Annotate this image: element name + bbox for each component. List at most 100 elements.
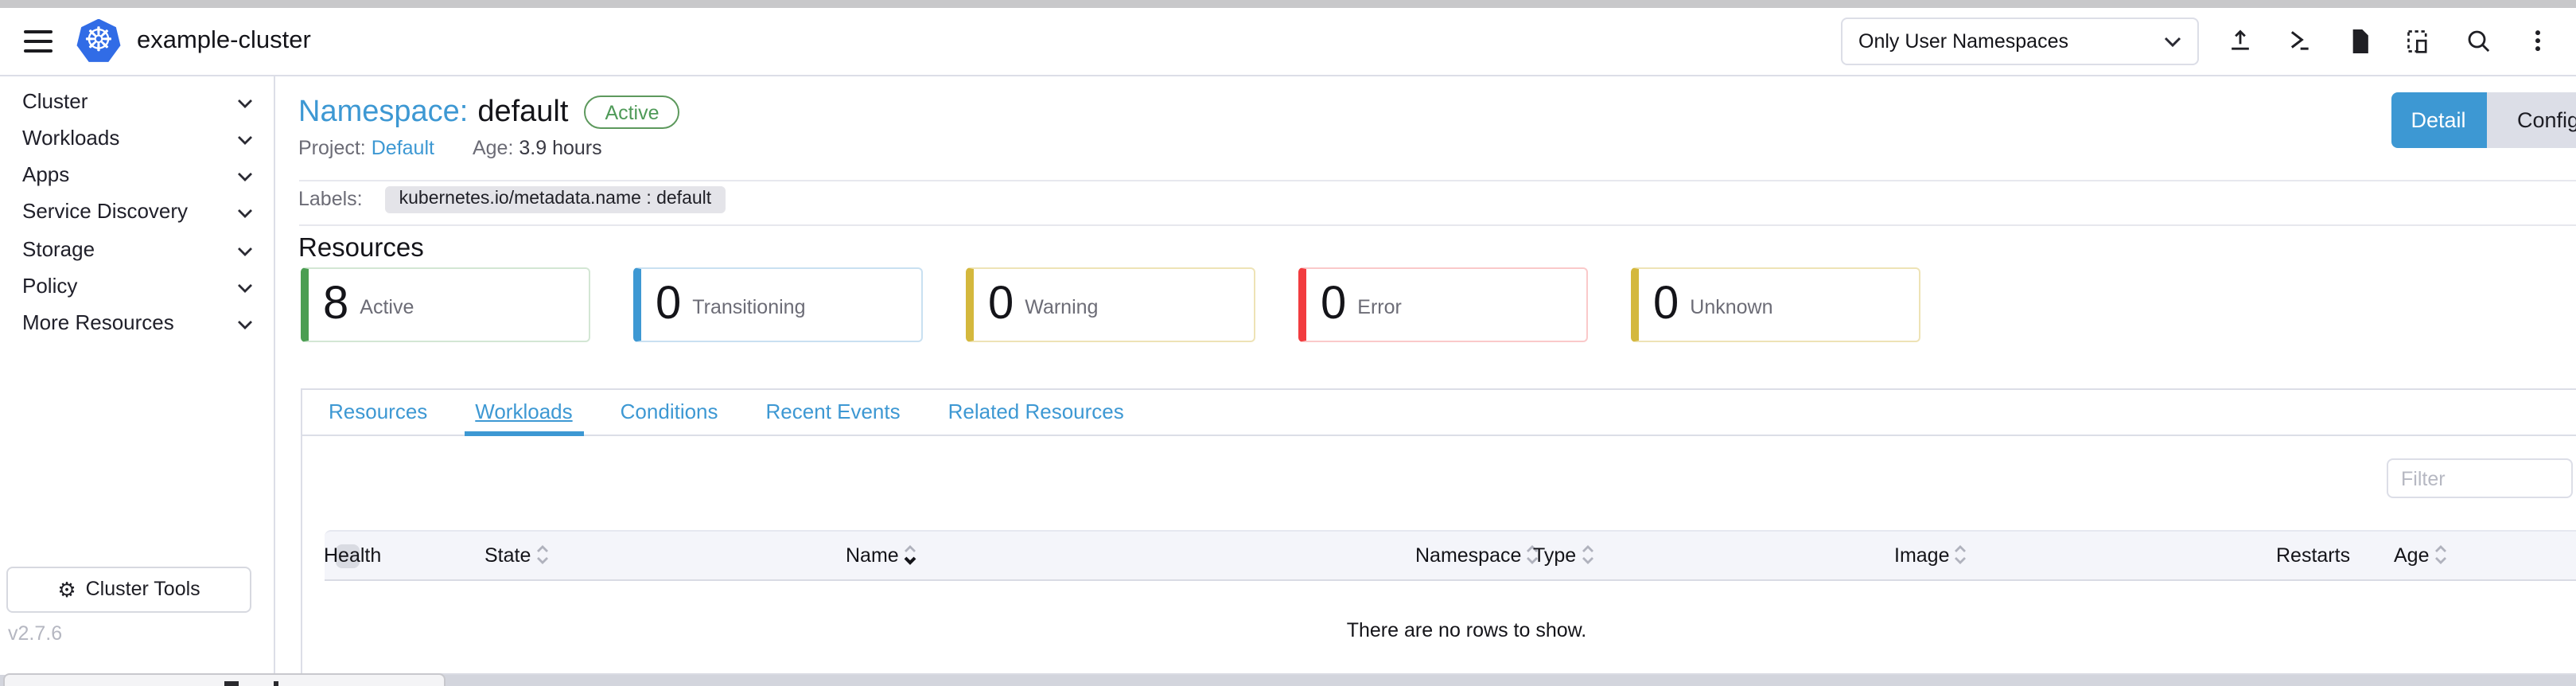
- chevron-down-icon: [236, 310, 252, 334]
- sort-arrows-icon: [1955, 544, 1967, 565]
- cluster-tools-button[interactable]: ⚙ Cluster Tools: [6, 567, 251, 612]
- age-value: 3.9 hours: [519, 137, 601, 159]
- divider: [298, 179, 2576, 181]
- sort-arrows-icon: [904, 544, 916, 565]
- empty-state: There are no rows to show.: [324, 615, 2576, 644]
- sidebar-nav-item[interactable]: Storage: [0, 230, 273, 267]
- download-yaml-icon[interactable]: [2340, 22, 2378, 60]
- table-column-header[interactable]: Health: [324, 531, 381, 579]
- column-label: Age: [2394, 544, 2430, 566]
- resource-count-cards: 8 Active 0 Transitioning 0 Warning: [301, 267, 1920, 342]
- sidebar-nav-item[interactable]: Apps: [0, 156, 273, 193]
- column-label: Namespace: [1415, 544, 1521, 566]
- top-bar: ☸ example-cluster Only User Namespaces: [0, 8, 2576, 76]
- card-count: 0: [1321, 282, 1346, 328]
- cluster-name: example-cluster: [137, 27, 311, 56]
- sidebar-item-label: Apps: [22, 162, 69, 186]
- chevron-down-icon: [236, 88, 252, 112]
- table-column-header[interactable]: Type: [1533, 531, 1593, 579]
- sidebar-item-label: More Resources: [22, 310, 174, 334]
- tab[interactable]: Conditions: [609, 389, 730, 434]
- resource-count-card: 0 Transitioning: [633, 267, 923, 342]
- sort-arrows-icon: [535, 544, 548, 565]
- tab[interactable]: Related Resources: [937, 389, 1135, 434]
- resource-type-link[interactable]: Namespace:: [298, 95, 468, 130]
- sort-arrows-icon: [2434, 544, 2447, 565]
- cluster-tools-label: Cluster Tools: [86, 579, 200, 601]
- project-link[interactable]: Default: [372, 137, 434, 159]
- labels-label: Labels:: [298, 188, 363, 210]
- kubernetes-logo[interactable]: ☸: [76, 19, 121, 64]
- kebab-menu-icon[interactable]: [2519, 22, 2557, 60]
- column-label: Type: [1533, 544, 1576, 566]
- label-badge: kubernetes.io/metadata.name : default: [385, 185, 726, 212]
- import-yaml-icon[interactable]: [2220, 22, 2259, 60]
- rancher-cluster-dashboard: ☸ example-cluster Only User Namespaces: [0, 0, 2576, 686]
- sidebar-nav-item[interactable]: Cluster: [0, 82, 273, 119]
- sidebar-nav-item[interactable]: More Resources: [0, 304, 273, 341]
- window-top-edge: [0, 0, 2576, 8]
- chevron-down-icon: [236, 126, 252, 150]
- table-column-header[interactable]: Name: [846, 531, 916, 579]
- hamburger-menu-icon[interactable]: [24, 30, 53, 53]
- filter-input[interactable]: [2387, 458, 2573, 498]
- table-bottom-border: [324, 672, 2576, 674]
- tab[interactable]: Recent Events: [755, 389, 912, 434]
- sidebar: Cluster Workloads Apps: [0, 76, 274, 675]
- horizontal-scrollbar-thumb[interactable]: [3, 672, 446, 686]
- resources-section-title: Resources: [298, 233, 424, 263]
- tab-label: Conditions: [621, 400, 718, 423]
- divider: [298, 224, 2576, 226]
- copy-kubeconfig-icon[interactable]: [2399, 22, 2438, 60]
- detail-config-toggle: Detail Config: [2391, 92, 2576, 147]
- clipped-ui-fragment: [274, 680, 278, 686]
- resource-count-card: 0 Warning: [966, 267, 1255, 342]
- table-column-header[interactable]: Namespace: [1415, 531, 1539, 579]
- table-column-header[interactable]: Age: [2394, 531, 2447, 579]
- table-header: State Name: [324, 529, 2576, 580]
- resource-count-card: 0 Unknown: [1631, 267, 1920, 342]
- kubectl-shell-icon[interactable]: [2280, 22, 2318, 60]
- detail-tabs-panel: Resources Workloads Conditions Recent Ev…: [300, 388, 2576, 675]
- tab[interactable]: Resources: [317, 389, 438, 434]
- tab-label: Related Resources: [948, 400, 1124, 423]
- sidebar-nav-item[interactable]: Workloads: [0, 119, 273, 157]
- chevron-down-icon: [236, 274, 252, 298]
- column-label: Health: [324, 544, 381, 566]
- gear-icon: ⚙: [57, 579, 76, 600]
- chevron-down-icon: [236, 200, 252, 224]
- resource-count-card: 0 Error: [1298, 267, 1588, 342]
- detail-button[interactable]: Detail: [2391, 92, 2486, 147]
- project-label: Project:: [298, 137, 366, 159]
- namespace-filter-select[interactable]: Only User Namespaces: [1841, 18, 2199, 65]
- labels-row: Labels: kubernetes.io/metadata.name : de…: [298, 185, 726, 212]
- column-label: Name: [846, 544, 899, 566]
- card-label: Warning: [1025, 295, 1098, 318]
- column-label: Image: [1894, 544, 1950, 566]
- sort-arrows-icon: [1581, 544, 1593, 565]
- version-label: v2.7.6: [8, 622, 62, 644]
- config-button[interactable]: Config: [2486, 92, 2576, 147]
- sidebar-nav-item[interactable]: Policy: [0, 267, 273, 305]
- main-content: Namespace: default Active Detail Config …: [274, 76, 2576, 675]
- sidebar-item-label: Policy: [22, 274, 77, 298]
- sidebar-item-label: Service Discovery: [22, 200, 188, 224]
- chevron-down-icon: [236, 162, 252, 186]
- card-count: 0: [656, 282, 681, 328]
- table-column-header[interactable]: Image: [1894, 531, 1967, 579]
- sidebar-nav-item[interactable]: Service Discovery: [0, 193, 273, 231]
- chevron-down-icon: [236, 236, 252, 260]
- card-count: 0: [1653, 282, 1679, 328]
- clipped-ui-fragment: [224, 680, 239, 686]
- column-label: Restarts: [2276, 544, 2350, 566]
- sidebar-item-label: Storage: [22, 236, 95, 260]
- resource-name: default: [477, 95, 568, 130]
- sidebar-item-label: Workloads: [22, 126, 119, 150]
- chevron-down-icon: [2164, 30, 2181, 53]
- sidebar-item-label: Cluster: [22, 88, 88, 112]
- tab[interactable]: Workloads: [464, 389, 583, 434]
- table-column-header[interactable]: State: [484, 531, 548, 579]
- search-icon[interactable]: [2459, 22, 2497, 60]
- table-column-header[interactable]: Restarts: [2276, 531, 2350, 579]
- tab-label: Resources: [329, 400, 427, 423]
